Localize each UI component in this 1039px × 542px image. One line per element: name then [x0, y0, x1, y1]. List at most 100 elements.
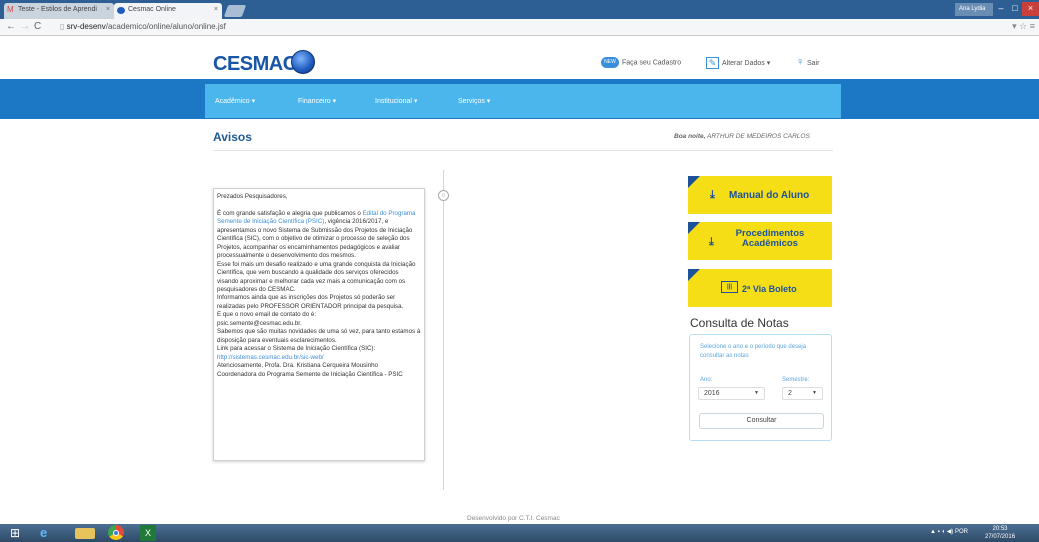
- manual-aluno-label: Manual do Aluno: [729, 190, 810, 201]
- edit-data-dropdown[interactable]: ✎ Alterar Dados ▾: [706, 57, 770, 69]
- minimize-icon[interactable]: –: [994, 2, 1008, 16]
- cesmac-globe-icon: [291, 50, 315, 74]
- url-input[interactable]: ▯ srv-desenv/academico/online/aluno/onli…: [56, 21, 1006, 34]
- divider: [213, 150, 833, 151]
- url-path: /academico/online/aluno/online.jsf: [105, 22, 226, 31]
- chrome-icon-center: [113, 530, 119, 536]
- semester-label: Semestre:: [782, 377, 810, 383]
- internet-explorer-icon[interactable]: e: [40, 525, 60, 541]
- id-card-icon: NEW: [601, 57, 619, 68]
- procedimentos-line2: Acadêmicos: [742, 238, 798, 249]
- bookmark-star-icon[interactable]: ▾ ☆ ≡: [1012, 21, 1035, 32]
- clock-date: 27/07/2016: [985, 534, 1016, 540]
- procedimentos-label: Procedimentos Acadêmicos: [735, 229, 805, 249]
- year-label: Ano:: [700, 377, 713, 383]
- url-host: srv-desenv: [66, 22, 106, 31]
- reload-icon[interactable]: C: [34, 21, 41, 32]
- card-corner: [688, 222, 700, 234]
- timeline-marker-icon[interactable]: ○: [438, 190, 449, 201]
- close-icon[interactable]: ×: [1022, 2, 1039, 16]
- grades-form: Selecione o ano e o período que deseja c…: [689, 334, 832, 441]
- notice-paragraph: E que o novo email de contato do é:: [217, 311, 317, 319]
- taskbar: ⊞ e X ▲ ▪ ◖ ◀) POR 20:53 27/07/2016: [0, 524, 1039, 542]
- windows-start-icon[interactable]: ⊞: [2, 525, 28, 541]
- taskbar-clock[interactable]: 20:53 27/07/2016: [985, 525, 1015, 541]
- sic-link[interactable]: http://sistemas.cesmac.edu.br/sic-web/: [217, 354, 324, 361]
- main-nav: Acadêmico ▾ Financeiro ▾ Institucional ▾…: [205, 84, 841, 118]
- page-footer: Desenvolvido por C.T.I. Cesmac: [467, 515, 560, 522]
- semester-value: 2: [788, 390, 792, 397]
- edit-icon: ✎: [706, 57, 719, 69]
- segunda-via-boleto-button[interactable]: ||| 2ª Via Boleto: [688, 269, 832, 307]
- timeline-line: [443, 170, 444, 490]
- notice-paragraph: É com grande satisfação e alegria que pu…: [217, 210, 421, 261]
- maximize-icon[interactable]: □: [1008, 2, 1022, 16]
- manual-aluno-button[interactable]: ⤓ Manual do Aluno: [688, 176, 832, 214]
- notice-signature: Atenciosamente, Profa. Dra. Kristiana Ce…: [217, 362, 378, 370]
- tab-label: Teste - Estilos de Aprendi: [18, 6, 97, 13]
- forward-arrow-icon[interactable]: →: [20, 21, 30, 32]
- cesmac-globe-icon: [117, 7, 125, 14]
- grades-hint: Selecione o ano e o período que deseja c…: [700, 344, 807, 359]
- nav-academico[interactable]: Acadêmico ▾: [215, 97, 255, 105]
- user-greeting: Boa noite, ARTHUR DE MEDEIROS CARLOS: [674, 133, 810, 140]
- tab-label: Cesmac Online: [128, 6, 176, 13]
- chevron-down-icon: ▼: [812, 390, 817, 396]
- register-link[interactable]: NEW Faça seu Cadastro: [601, 57, 681, 68]
- nav-servicos[interactable]: Serviços ▾: [458, 97, 490, 105]
- contact-email: psic.semente@cesmac.edu.br.: [217, 319, 302, 327]
- nav-financeiro[interactable]: Financeiro ▾: [298, 97, 336, 105]
- browser-tab-bar: M Teste - Estilos de Aprendi × Cesmac On…: [0, 0, 1039, 19]
- nav-institucional[interactable]: Institucional ▾: [375, 97, 417, 105]
- edit-data-label: Alterar Dados: [722, 59, 765, 67]
- browser-user-badge[interactable]: Ana Lydia: [955, 3, 993, 16]
- greeting-prefix: Boa noite,: [674, 133, 706, 140]
- nav-label: Financeiro: [298, 98, 331, 105]
- grades-title: Consulta de Notas: [690, 316, 789, 330]
- clock-time: 20:53: [992, 526, 1008, 532]
- logout-label: Sair: [807, 59, 820, 67]
- semester-select[interactable]: 2 ▼: [782, 387, 823, 400]
- folder-icon[interactable]: [75, 528, 95, 539]
- notice-paragraph: Esse foi mais um desafio realizado e uma…: [217, 260, 416, 293]
- year-select[interactable]: 2016 ▼: [698, 387, 765, 400]
- chevron-down-icon: ▼: [754, 390, 759, 396]
- notice-card: Prezados Pesquisadores, É com grande sat…: [213, 188, 425, 461]
- gmail-icon: M: [7, 5, 14, 14]
- notice-signature-role: Coordenadora do Programa Semente de Inic…: [217, 370, 403, 378]
- nav-label: Serviços: [458, 98, 485, 105]
- page: CESMAC NEW Faça seu Cadastro ✎ Alterar Dad…: [0, 36, 1039, 524]
- notice-paragraph: Informamos ainda que as inscrições dos P…: [217, 294, 404, 310]
- logout-icon: ♀: [796, 56, 805, 68]
- new-tab-button[interactable]: [223, 5, 247, 17]
- download-icon: ⤓: [709, 236, 714, 248]
- logout-link[interactable]: ♀ Sair: [796, 57, 819, 69]
- procedimentos-academicos-button[interactable]: ⤓ Procedimentos Acadêmicos: [688, 222, 832, 260]
- excel-icon[interactable]: X: [140, 525, 156, 541]
- tab-close-icon[interactable]: ×: [106, 6, 110, 13]
- page-title: Avisos: [213, 130, 252, 144]
- cesmac-logo[interactable]: CESMAC: [213, 53, 297, 76]
- register-link-label: Faça seu Cadastro: [622, 59, 682, 67]
- notice-paragraph: Link para acessar o Sistema de Iniciação…: [217, 345, 376, 353]
- nav-label: Institucional: [375, 98, 412, 105]
- tray-language[interactable]: ▲ ▪ ◖ ◀) POR: [930, 528, 968, 535]
- address-bar: ← → C ▯ srv-desenv/academico/online/alun…: [0, 19, 1039, 36]
- back-arrow-icon[interactable]: ←: [6, 21, 16, 32]
- nav-label: Acadêmico: [215, 98, 250, 105]
- download-icon: ⤓: [710, 189, 715, 201]
- notice-salutation: Prezados Pesquisadores,: [217, 193, 288, 200]
- tray-lang-label: POR: [954, 529, 968, 535]
- tab-gmail[interactable]: M Teste - Estilos de Aprendi ×: [4, 3, 114, 19]
- page-icon: ▯: [60, 22, 67, 31]
- card-corner: [688, 176, 700, 188]
- notice-text: É com grande satisfação e alegria que pu…: [217, 209, 361, 217]
- notice-paragraph: Sabemos que são muitas novidades de uma …: [217, 328, 421, 344]
- user-name: ARTHUR DE MEDEIROS CARLOS: [707, 133, 810, 140]
- tab-cesmac[interactable]: Cesmac Online ×: [114, 3, 222, 19]
- year-value: 2016: [704, 390, 720, 397]
- boleto-label: 2ª Via Boleto: [742, 284, 797, 294]
- tab-close-icon[interactable]: ×: [214, 6, 218, 13]
- card-corner: [688, 269, 700, 281]
- consultar-button[interactable]: Consultar: [699, 413, 824, 429]
